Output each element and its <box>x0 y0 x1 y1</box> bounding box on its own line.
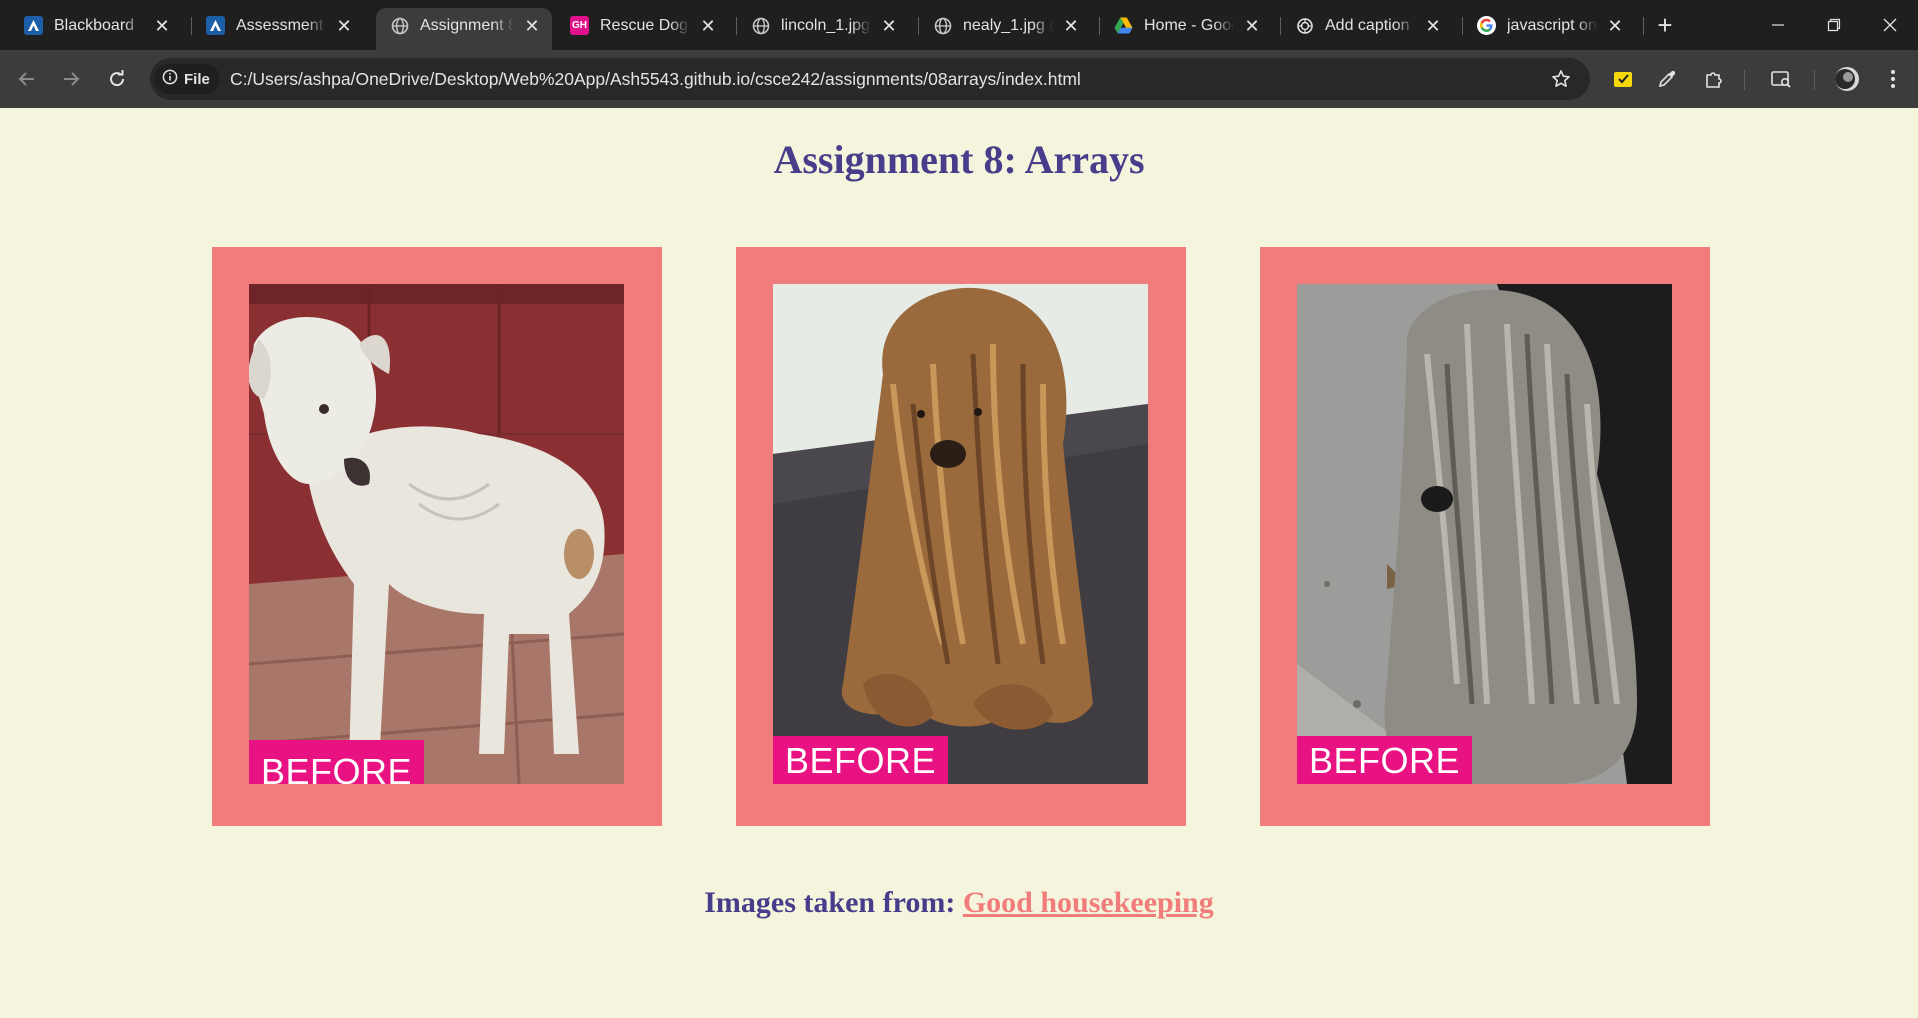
tab-title: javascript on t <box>1507 17 1597 34</box>
google-drive-icon <box>1114 16 1133 35</box>
dog-card: BEFORE <box>212 247 662 826</box>
new-tab-button[interactable]: + <box>1645 8 1685 42</box>
page-title: Assignment 8: Arrays <box>773 137 1145 182</box>
image-credit: Images taken from: Good housekeeping <box>0 886 1918 920</box>
toolbar-separator <box>1814 70 1815 90</box>
tab-rescue-dogs[interactable]: GH Rescue Dogs B ✕ <box>556 8 728 42</box>
close-icon[interactable]: ✕ <box>1423 16 1443 36</box>
forward-icon[interactable] <box>56 64 86 94</box>
tab-search-icon[interactable] <box>1766 64 1796 94</box>
good-housekeeping-link[interactable]: Good housekeeping <box>963 886 1214 919</box>
restore-icon[interactable] <box>1814 8 1854 42</box>
tab-title: lincoln_1.jpg ( <box>781 17 871 34</box>
before-badge: BEFORE <box>249 740 425 784</box>
tab-google-drive[interactable]: Home - Googl ✕ <box>1100 8 1272 42</box>
close-icon[interactable]: ✕ <box>698 16 718 36</box>
tab-title: Rescue Dogs B <box>600 17 690 34</box>
bookmark-star-icon[interactable] <box>1546 64 1576 94</box>
close-icon[interactable]: ✕ <box>879 16 899 36</box>
site-info-chip[interactable]: File <box>154 64 220 94</box>
close-icon[interactable]: ✕ <box>1605 16 1625 36</box>
tab-title: Assignment 8 <box>420 17 514 34</box>
minimize-icon[interactable] <box>1758 8 1798 42</box>
close-icon[interactable]: ✕ <box>1242 16 1262 36</box>
blackboard-icon <box>24 16 43 35</box>
dog-photo: BEFORE <box>249 284 624 784</box>
tab-strip: Blackboard ✕ Assessment Fe ✕ Assignment … <box>0 0 1918 50</box>
reload-icon[interactable] <box>102 64 132 94</box>
toolbar-separator <box>1744 70 1745 90</box>
extensions-puzzle-icon[interactable] <box>1698 64 1728 94</box>
dog-photo: BEFORE <box>773 284 1148 784</box>
tab-title: Add caption t <box>1325 17 1415 34</box>
before-badge: BEFORE <box>773 736 949 784</box>
menu-kebab-icon[interactable] <box>1878 64 1908 94</box>
tab-title: Assessment Fe <box>236 17 326 34</box>
tab-blackboard[interactable]: Blackboard ✕ <box>10 8 182 42</box>
close-icon[interactable]: ✕ <box>1061 16 1081 36</box>
page-content: Assignment 8: Arrays BEFORE BEFORE BEFOR… <box>0 108 1918 1018</box>
back-icon[interactable] <box>12 64 42 94</box>
tab-lincoln-image[interactable]: lincoln_1.jpg ( ✕ <box>737 8 909 42</box>
browser-toolbar: File C:/Users/ashpa/OneDrive/Desktop/Web… <box>0 50 1918 108</box>
close-window-icon[interactable] <box>1870 8 1910 42</box>
tab-title: Blackboard <box>54 17 135 34</box>
info-icon <box>162 69 178 89</box>
globe-icon <box>751 16 770 35</box>
tab-separator <box>1643 17 1644 35</box>
scheme-label: File <box>184 70 210 88</box>
before-badge: BEFORE <box>1297 736 1473 784</box>
address-bar[interactable]: File C:/Users/ashpa/OneDrive/Desktop/Web… <box>150 58 1590 100</box>
google-icon <box>1477 16 1496 35</box>
tab-assignment-8[interactable]: Assignment 8 ✕ <box>376 8 552 50</box>
close-icon[interactable]: ✕ <box>152 16 172 36</box>
url-text[interactable]: C:/Users/ashpa/OneDrive/Desktop/Web%20Ap… <box>230 69 1081 90</box>
dog-card: BEFORE <box>736 247 1186 826</box>
tab-title: nealy_1.jpg (7 <box>963 17 1053 34</box>
blackboard-icon <box>206 16 225 35</box>
dog-card: BEFORE <box>1260 247 1710 826</box>
profile-avatar-icon[interactable] <box>1832 64 1862 94</box>
tab-javascript[interactable]: javascript on t ✕ <box>1463 8 1635 42</box>
globe-icon <box>390 16 409 35</box>
openai-icon <box>1295 16 1314 35</box>
tab-title: Home - Googl <box>1144 17 1234 34</box>
tab-add-caption[interactable]: Add caption t ✕ <box>1281 8 1453 42</box>
eyedropper-icon[interactable] <box>1652 64 1682 94</box>
close-icon[interactable]: ✕ <box>334 16 354 36</box>
tab-nealy-image[interactable]: nealy_1.jpg (7 ✕ <box>919 8 1091 42</box>
gh-icon: GH <box>570 16 589 35</box>
globe-icon <box>933 16 952 35</box>
dog-photo: BEFORE <box>1297 284 1672 784</box>
close-icon[interactable]: ✕ <box>522 16 542 36</box>
tab-assessment[interactable]: Assessment Fe ✕ <box>192 8 364 42</box>
credit-label: Images taken from: <box>704 886 963 919</box>
extension-norton-icon[interactable] <box>1608 64 1638 94</box>
